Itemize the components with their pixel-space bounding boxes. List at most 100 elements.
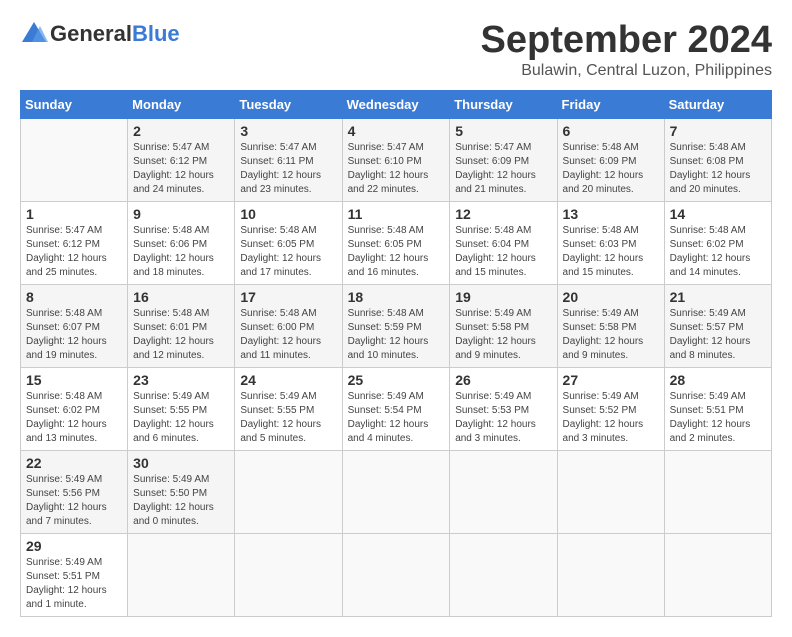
day-info: Sunrise: 5:49 AMSunset: 5:52 PMDaylight:… (563, 390, 659, 446)
logo-general-text: General (50, 21, 132, 47)
calendar-cell: 3Sunrise: 5:47 AMSunset: 6:11 PMDaylight… (235, 118, 342, 201)
weekday-header-cell: Saturday (664, 90, 771, 118)
day-info: Sunrise: 5:48 AMSunset: 6:01 PMDaylight:… (133, 307, 229, 363)
calendar-cell: 1Sunrise: 5:47 AMSunset: 6:12 PMDaylight… (21, 201, 128, 284)
day-info: Sunrise: 5:48 AMSunset: 6:02 PMDaylight:… (670, 224, 766, 280)
day-number: 29 (26, 538, 122, 554)
calendar-cell: 22 Sunrise: 5:49 AMSunset: 5:56 PMDayligh… (21, 450, 128, 533)
weekday-header-cell: Friday (557, 90, 664, 118)
month-title: September 2024 (481, 20, 773, 62)
calendar-row: 22 Sunrise: 5:49 AMSunset: 5:56 PMDayligh… (21, 450, 772, 533)
day-number: 10 (240, 206, 336, 222)
day-info: Sunrise: 5:47 AMSunset: 6:12 PMDaylight:… (133, 141, 229, 197)
day-info: Sunrise: 5:48 AMSunset: 6:05 PMDaylight:… (348, 224, 445, 280)
calendar-cell (342, 450, 450, 533)
day-number: 7 (670, 123, 766, 139)
day-number: 16 (133, 289, 229, 305)
day-number: 11 (348, 206, 445, 222)
day-info: Sunrise: 5:49 AMSunset: 5:51 PMDaylight:… (670, 390, 766, 446)
day-info: Sunrise: 5:49 AMSunset: 5:55 PMDaylight:… (240, 390, 336, 446)
page-header: GeneralBlue September 2024 Bulawin, Cent… (20, 20, 772, 80)
calendar-cell: 11 Sunrise: 5:48 AMSunset: 6:05 PMDayligh… (342, 201, 450, 284)
day-info: Sunrise: 5:49 AMSunset: 5:56 PMDaylight:… (26, 473, 122, 529)
day-info: Sunrise: 5:48 AMSunset: 6:05 PMDaylight:… (240, 224, 336, 280)
calendar-cell: 16 Sunrise: 5:48 AMSunset: 6:01 PMDayligh… (128, 284, 235, 367)
day-info: Sunrise: 5:48 AMSunset: 6:02 PMDaylight:… (26, 390, 122, 446)
day-number: 28 (670, 372, 766, 388)
day-number: 27 (563, 372, 659, 388)
logo-icon (20, 20, 48, 48)
calendar-cell: 13 Sunrise: 5:48 AMSunset: 6:03 PMDayligh… (557, 201, 664, 284)
day-number: 18 (348, 289, 445, 305)
day-number: 5 (455, 123, 551, 139)
calendar-cell (557, 533, 664, 616)
day-number: 6 (563, 123, 659, 139)
calendar-row: 29 Sunrise: 5:49 AMSunset: 5:51 PMDayligh… (21, 533, 772, 616)
day-info: Sunrise: 5:48 AMSunset: 6:07 PMDaylight:… (26, 307, 122, 363)
calendar-cell: 17 Sunrise: 5:48 AMSunset: 6:00 PMDayligh… (235, 284, 342, 367)
day-info: Sunrise: 5:49 AMSunset: 5:58 PMDaylight:… (563, 307, 659, 363)
calendar-cell: 7 Sunrise: 5:48 AMSunset: 6:08 PMDaylight… (664, 118, 771, 201)
day-number: 12 (455, 206, 551, 222)
day-info: Sunrise: 5:48 AMSunset: 6:06 PMDaylight:… (133, 224, 229, 280)
weekday-header-cell: Monday (128, 90, 235, 118)
day-info: Sunrise: 5:49 AMSunset: 5:55 PMDaylight:… (133, 390, 229, 446)
calendar-body: 2 Sunrise: 5:47 AMSunset: 6:12 PMDaylight… (21, 118, 772, 616)
day-info: Sunrise: 5:48 AMSunset: 5:59 PMDaylight:… (348, 307, 445, 363)
day-number: 30 (133, 455, 229, 471)
calendar-cell: 24 Sunrise: 5:49 AMSunset: 5:55 PMDayligh… (235, 367, 342, 450)
calendar-cell: 21 Sunrise: 5:49 AMSunset: 5:57 PMDayligh… (664, 284, 771, 367)
calendar-cell: 26Sunrise: 5:49 AMSunset: 5:53 PMDayligh… (450, 367, 557, 450)
day-info: Sunrise: 5:47 AMSunset: 6:09 PMDaylight:… (455, 141, 551, 197)
day-info: Sunrise: 5:48 AMSunset: 6:08 PMDaylight:… (670, 141, 766, 197)
location-title: Bulawin, Central Luzon, Philippines (481, 62, 773, 80)
day-number: 19 (455, 289, 551, 305)
calendar-cell (21, 118, 128, 201)
weekday-header-cell: Tuesday (235, 90, 342, 118)
day-number: 22 (26, 455, 122, 471)
day-number: 9 (133, 206, 229, 222)
day-info: Sunrise: 5:49 AMSunset: 5:51 PMDaylight:… (26, 556, 122, 612)
calendar-cell: 15Sunrise: 5:48 AMSunset: 6:02 PMDayligh… (21, 367, 128, 450)
day-number: 24 (240, 372, 336, 388)
day-info: Sunrise: 5:47 AMSunset: 6:12 PMDaylight:… (26, 224, 122, 280)
calendar-row: 8Sunrise: 5:48 AMSunset: 6:07 PMDaylight… (21, 284, 772, 367)
day-info: Sunrise: 5:49 AMSunset: 5:54 PMDaylight:… (348, 390, 445, 446)
day-info: Sunrise: 5:48 AMSunset: 6:00 PMDaylight:… (240, 307, 336, 363)
calendar-cell: 5 Sunrise: 5:47 AMSunset: 6:09 PMDaylight… (450, 118, 557, 201)
weekday-header-row: SundayMondayTuesdayWednesdayThursdayFrid… (21, 90, 772, 118)
calendar-cell: 29 Sunrise: 5:49 AMSunset: 5:51 PMDayligh… (21, 533, 128, 616)
weekday-header-cell: Sunday (21, 90, 128, 118)
day-number: 3 (240, 123, 336, 139)
calendar-cell: 12 Sunrise: 5:48 AMSunset: 6:04 PMDayligh… (450, 201, 557, 284)
calendar-cell (235, 450, 342, 533)
calendar-table: SundayMondayTuesdayWednesdayThursdayFrid… (20, 90, 772, 617)
day-number: 13 (563, 206, 659, 222)
calendar-cell: 14 Sunrise: 5:48 AMSunset: 6:02 PMDayligh… (664, 201, 771, 284)
calendar-cell: 4Sunrise: 5:47 AMSunset: 6:10 PMDaylight… (342, 118, 450, 201)
calendar-cell (557, 450, 664, 533)
calendar-cell (235, 533, 342, 616)
title-section: September 2024 Bulawin, Central Luzon, P… (481, 20, 773, 80)
calendar-cell (664, 450, 771, 533)
day-info: Sunrise: 5:48 AMSunset: 6:04 PMDaylight:… (455, 224, 551, 280)
calendar-cell: 28 Sunrise: 5:49 AMSunset: 5:51 PMDayligh… (664, 367, 771, 450)
calendar-cell: 19Sunrise: 5:49 AMSunset: 5:58 PMDayligh… (450, 284, 557, 367)
calendar-row: 2 Sunrise: 5:47 AMSunset: 6:12 PMDaylight… (21, 118, 772, 201)
calendar-cell (342, 533, 450, 616)
calendar-cell: 8Sunrise: 5:48 AMSunset: 6:07 PMDaylight… (21, 284, 128, 367)
calendar-cell: 9 Sunrise: 5:48 AMSunset: 6:06 PMDaylight… (128, 201, 235, 284)
day-number: 17 (240, 289, 336, 305)
calendar-cell: 23Sunrise: 5:49 AMSunset: 5:55 PMDayligh… (128, 367, 235, 450)
calendar-row: 1Sunrise: 5:47 AMSunset: 6:12 PMDaylight… (21, 201, 772, 284)
calendar-row: 15Sunrise: 5:48 AMSunset: 6:02 PMDayligh… (21, 367, 772, 450)
day-info: Sunrise: 5:48 AMSunset: 6:03 PMDaylight:… (563, 224, 659, 280)
calendar-cell: 20Sunrise: 5:49 AMSunset: 5:58 PMDayligh… (557, 284, 664, 367)
day-number: 21 (670, 289, 766, 305)
calendar-cell: 2 Sunrise: 5:47 AMSunset: 6:12 PMDaylight… (128, 118, 235, 201)
day-number: 14 (670, 206, 766, 222)
day-info: Sunrise: 5:49 AMSunset: 5:57 PMDaylight:… (670, 307, 766, 363)
calendar-cell (128, 533, 235, 616)
day-number: 2 (133, 123, 229, 139)
day-info: Sunrise: 5:47 AMSunset: 6:10 PMDaylight:… (348, 141, 445, 197)
